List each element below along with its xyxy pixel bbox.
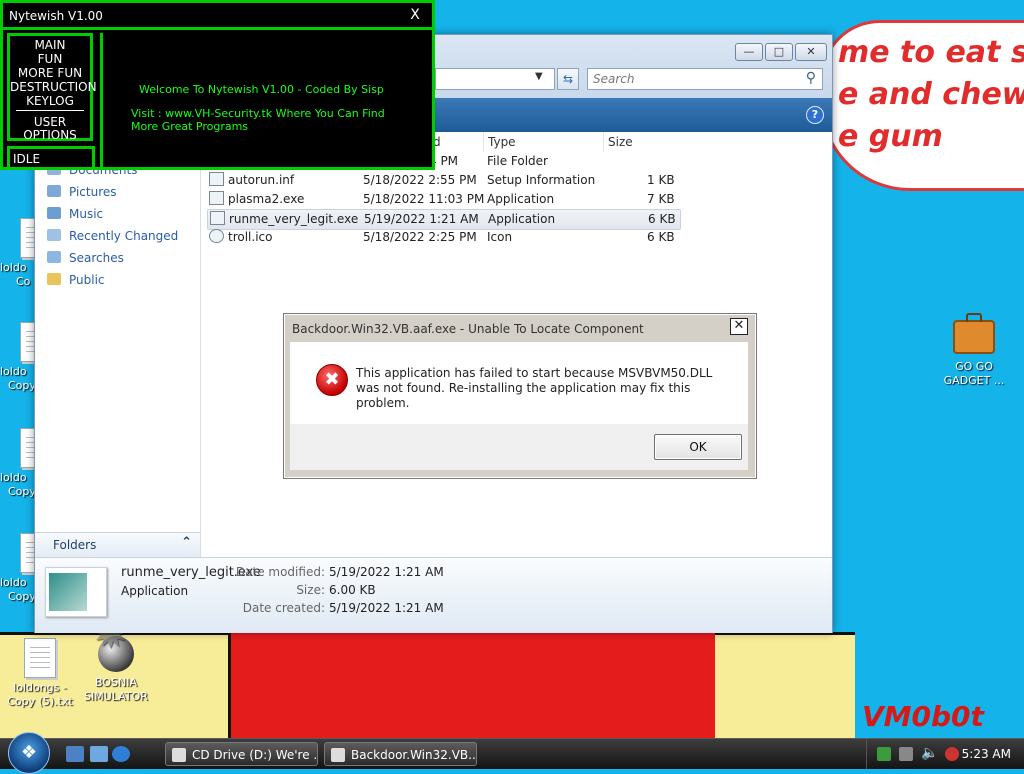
details-file-type: Application — [121, 584, 189, 598]
desktop-icon-loldongs-copy-5[interactable]: loldongs - Copy (5).txt — [0, 638, 80, 709]
nav-item-music[interactable]: Music — [47, 204, 103, 224]
error-dialog-close-button[interactable]: ✕ — [730, 318, 748, 335]
setup-file-icon — [209, 172, 224, 186]
cd-drive-icon — [172, 748, 186, 762]
window-close-button[interactable]: ✕ — [795, 43, 827, 61]
wallpaper-yellow-shape-right — [715, 632, 855, 745]
nytewish-status: IDLE — [7, 146, 95, 170]
help-icon[interactable]: ? — [806, 106, 824, 124]
switch-windows-icon[interactable] — [90, 746, 108, 762]
show-desktop-icon[interactable] — [66, 746, 84, 762]
menu-item-more-fun[interactable]: MORE FUN — [10, 67, 90, 80]
error-icon: ✖ — [316, 364, 348, 396]
details-size-value: 6.00 KB — [329, 583, 376, 597]
menu-item-fun[interactable]: FUN — [10, 53, 90, 66]
pictures-folder-icon — [47, 185, 61, 197]
details-modified-label: Date modified: — [235, 565, 325, 579]
wallpaper-signature: VM0b0t — [862, 700, 984, 733]
search-input[interactable]: Search ⚲ — [587, 68, 823, 90]
network-icon[interactable] — [877, 747, 891, 761]
taskbar-button-cd-drive[interactable]: CD Drive (D:) We're ... — [165, 742, 318, 766]
nav-item-searches[interactable]: Searches — [47, 248, 124, 268]
details-size-label: Size: — [296, 583, 325, 597]
nytewish-divider — [3, 27, 432, 30]
details-created-label: Date created: — [242, 601, 325, 615]
internet-explorer-icon[interactable] — [112, 746, 130, 762]
error-dialog: Backdoor.Win32.VB.aaf.exe - Unable To Lo… — [283, 313, 757, 479]
nytewish-menu: MAIN FUN MORE FUN DESTRUCTION KEYLOG USE… — [7, 33, 97, 142]
file-row[interactable]: plasma2.exe 5/18/2022 11:03 PM Applicati… — [207, 190, 679, 209]
minesweeper-mine-icon — [92, 627, 134, 672]
details-created-value: 5/19/2022 1:21 AM — [329, 601, 444, 615]
taskbar-button-backdoor[interactable]: Backdoor.Win32.VB.... — [324, 742, 477, 766]
menu-divider — [16, 110, 84, 111]
application-icon — [209, 191, 224, 205]
menu-item-destruction[interactable]: DESTRUCTION — [10, 81, 97, 94]
file-row[interactable]: autorun.inf 5/18/2022 2:55 PM Setup Info… — [207, 171, 679, 190]
error-dialog-button-bar: OK — [290, 424, 748, 470]
nytewish-window: Nytewish V1.00 X MAIN FUN MORE FUN DESTR… — [0, 0, 435, 170]
troll-face-icon — [209, 229, 224, 243]
details-modified-value: 5/19/2022 1:21 AM — [329, 565, 444, 579]
error-dialog-body: ✖ This application has failed to start b… — [290, 342, 748, 424]
navigation-pane: Documents Pictures Music Recently Change… — [35, 132, 201, 557]
error-message: This application has failed to start bec… — [356, 366, 713, 410]
wallpaper-speech-text: me to eat shit e and chew e gum — [838, 35, 1024, 154]
clock[interactable]: 5:23 AM — [962, 747, 1011, 761]
welcome-text: Welcome To Nytewish V1.00 - Coded By Sis… — [139, 83, 384, 96]
system-tray: 🔈 5:23 AM — [866, 739, 1024, 769]
searches-folder-icon — [47, 251, 61, 263]
volume-muted-icon[interactable]: 🔈 — [921, 745, 938, 761]
menu-item-options[interactable]: OPTIONS — [10, 129, 90, 142]
nytewish-titlebar: Nytewish V1.00 — [3, 3, 432, 29]
refresh-icon[interactable]: ⇆ — [557, 68, 579, 90]
menu-item-main[interactable]: MAIN — [10, 39, 90, 52]
recently-changed-icon — [47, 229, 61, 241]
column-header-type[interactable]: Type — [483, 132, 598, 152]
nytewish-message-panel: Welcome To Nytewish V1.00 - Coded By Sis… — [100, 33, 438, 170]
nav-item-recently-changed[interactable]: Recently Changed — [47, 226, 178, 246]
menu-item-keylog[interactable]: KEYLOG — [10, 95, 90, 108]
visit-text: Visit : www.VH-Security.tk Where You Can… — [131, 107, 385, 133]
file-row-selected[interactable]: runme_very_legit.exe 5/19/2022 1:21 AM A… — [207, 209, 681, 230]
desktop-icon-bosnia-simulator[interactable]: BOSNIA SIMULATOR — [76, 627, 156, 704]
error-dialog-titlebar: Backdoor.Win32.VB.aaf.exe - Unable To Lo… — [287, 317, 751, 341]
text-file-icon — [24, 638, 56, 678]
minimize-button[interactable]: — — [735, 43, 763, 61]
music-folder-icon — [47, 207, 61, 219]
briefcase-icon — [953, 313, 995, 354]
file-thumbnail — [45, 567, 107, 617]
address-dropdown-icon[interactable]: ▼ — [535, 71, 543, 82]
device-icon[interactable] — [899, 747, 913, 761]
ok-button[interactable]: OK — [654, 434, 742, 460]
application-icon — [210, 211, 225, 225]
wallpaper-red-shape — [228, 632, 724, 742]
nav-item-public[interactable]: Public — [47, 270, 105, 290]
maximize-button[interactable]: □ — [765, 43, 793, 61]
folders-toggle[interactable]: Folders ⌃ — [35, 532, 201, 558]
nav-item-pictures[interactable]: Pictures — [47, 182, 117, 202]
application-window-icon — [331, 748, 345, 762]
public-folder-icon — [47, 273, 61, 285]
desktop-icon-go-go-gadget[interactable]: GO GO GADGET ... — [934, 312, 1014, 388]
taskbar: ❖ CD Drive (D:) We're ... Backdoor.Win32… — [0, 732, 1024, 774]
details-pane: runme_very_legit.exe Application Date mo… — [35, 557, 832, 633]
alert-icon[interactable] — [945, 747, 959, 761]
chevron-up-icon: ⌃ — [181, 535, 192, 550]
column-header-size[interactable]: Size — [603, 132, 678, 152]
nytewish-close-button[interactable]: X — [406, 6, 424, 24]
file-row[interactable]: troll.ico 5/18/2022 2:25 PM Icon 6 KB — [207, 228, 679, 247]
search-icon[interactable]: ⚲ — [806, 70, 816, 86]
